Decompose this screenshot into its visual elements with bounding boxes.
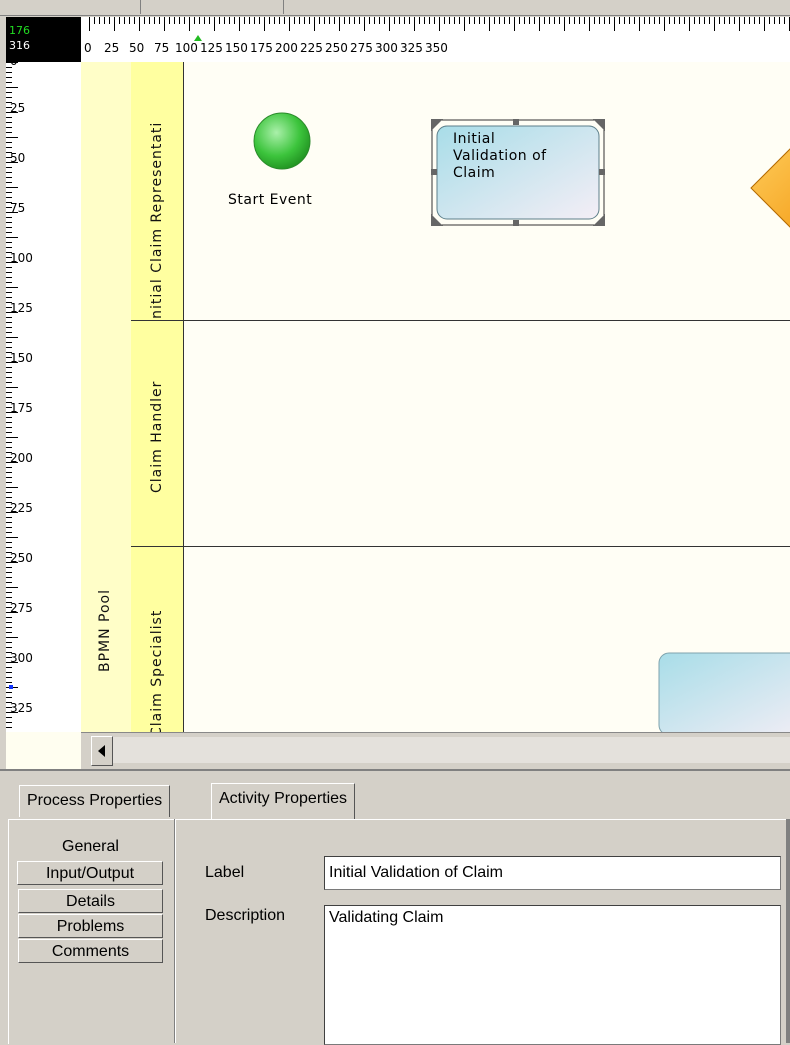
section-general[interactable]: General — [18, 835, 163, 859]
window-top-strip — [0, 0, 790, 16]
lane-label: Claim Specialist — [149, 609, 165, 732]
v-tick-label: 150 — [10, 351, 33, 365]
section-comments[interactable]: Comments — [18, 939, 163, 963]
v-tick-label: 275 — [10, 601, 33, 615]
h-tick-label: 250 — [325, 41, 348, 55]
h-tick-label: 0 — [84, 41, 92, 55]
v-tick-label: 75 — [10, 201, 26, 215]
cursor-y-readout: 316 — [9, 39, 30, 52]
h-tick-label: 225 — [300, 41, 323, 55]
task-label: Initial Validation of Claim — [453, 131, 547, 182]
section-problems[interactable]: Problems — [18, 914, 163, 938]
gateway-diamond[interactable] — [747, 128, 790, 248]
lane-label: Initial Claim Representati — [149, 121, 165, 321]
lane-header-claim-specialist[interactable]: Claim Specialist — [131, 547, 184, 732]
v-tick-label: 25 — [10, 101, 26, 115]
v-tick-label: 300 — [10, 651, 33, 665]
description-field[interactable]: Validating Claim — [324, 905, 781, 1045]
pool-label: BPMN Pool — [97, 588, 113, 672]
tab-process-properties[interactable]: Process Properties — [19, 785, 171, 817]
v-tick-label: 100 — [10, 251, 33, 265]
h-tick-label: 75 — [154, 41, 170, 55]
cursor-x-readout: 176 — [9, 24, 30, 37]
h-tick-label: 325 — [400, 41, 423, 55]
lane-label: Claim Handler — [149, 380, 165, 493]
label-caption: Label — [205, 864, 245, 881]
h-tick-label: 100 — [175, 41, 198, 55]
pool-header[interactable]: BPMN Pool — [81, 62, 132, 732]
horizontal-ruler-ticks — [89, 17, 790, 41]
h-tick-label: 200 — [275, 41, 298, 55]
start-event-label: Start Event — [228, 192, 313, 208]
arrow-left-icon — [98, 745, 105, 757]
section-details[interactable]: Details — [18, 889, 163, 913]
h-tick-label: 175 — [250, 41, 273, 55]
v-tick-label: 125 — [10, 301, 33, 315]
description-caption: Description — [205, 907, 286, 924]
v-tick-label: 250 — [10, 551, 33, 565]
start-event[interactable] — [251, 110, 313, 172]
h-tick-label: 50 — [129, 41, 145, 55]
vertical-ruler: 0 25 50 75 100 125 150 175 200 225 250 2… — [6, 62, 82, 732]
task-label-line: Claim — [453, 165, 496, 181]
diagram-editor: 176 316 0 25 50 75 100 125 150 175 200 2… — [6, 17, 790, 769]
panel-right-edge — [786, 819, 790, 1043]
tab-activity-properties[interactable]: Activity Properties — [211, 783, 356, 819]
task-label-line: Initial — [453, 131, 496, 147]
v-tick-label: 200 — [10, 451, 33, 465]
task-label-line: Validation of — [453, 148, 547, 164]
section-divider — [174, 819, 176, 1043]
h-tick-label: 350 — [425, 41, 448, 55]
v-tick-label: 325 — [10, 701, 33, 715]
h-tick-label: 275 — [350, 41, 373, 55]
properties-panel: Process Properties Activity Properties G… — [0, 769, 790, 1045]
scroll-left-button[interactable] — [91, 736, 113, 766]
v-tick-label: 50 — [10, 151, 26, 165]
section-input-output[interactable]: Input/Output — [17, 861, 163, 885]
ruler-corner: 176 316 — [6, 17, 81, 62]
horizontal-scrollbar[interactable] — [81, 732, 790, 769]
diagram-canvas[interactable]: BPMN Pool Initial Claim Representati Cla… — [81, 62, 790, 732]
h-tick-label: 300 — [375, 41, 398, 55]
v-tick-label: 175 — [10, 401, 33, 415]
h-tick-label: 150 — [225, 41, 248, 55]
v-tick-label: 0 — [10, 62, 18, 68]
lane-header-initial-claim-representative[interactable]: Initial Claim Representati — [131, 62, 184, 321]
label-field[interactable] — [324, 856, 781, 890]
h-tick-label: 25 — [104, 41, 120, 55]
task-claim-specialist[interactable] — [658, 652, 790, 732]
lane-claim-handler[interactable] — [184, 321, 790, 547]
h-tick-label: 125 — [200, 41, 223, 55]
task-initial-validation[interactable]: Initial Validation of Claim — [431, 119, 605, 226]
lane-header-claim-handler[interactable]: Claim Handler — [131, 321, 184, 547]
v-tick-label: 225 — [10, 501, 33, 515]
scroll-track[interactable] — [113, 737, 790, 763]
horizontal-ruler: 0 25 50 75 100 125 150 175 200 225 250 2… — [81, 17, 790, 63]
